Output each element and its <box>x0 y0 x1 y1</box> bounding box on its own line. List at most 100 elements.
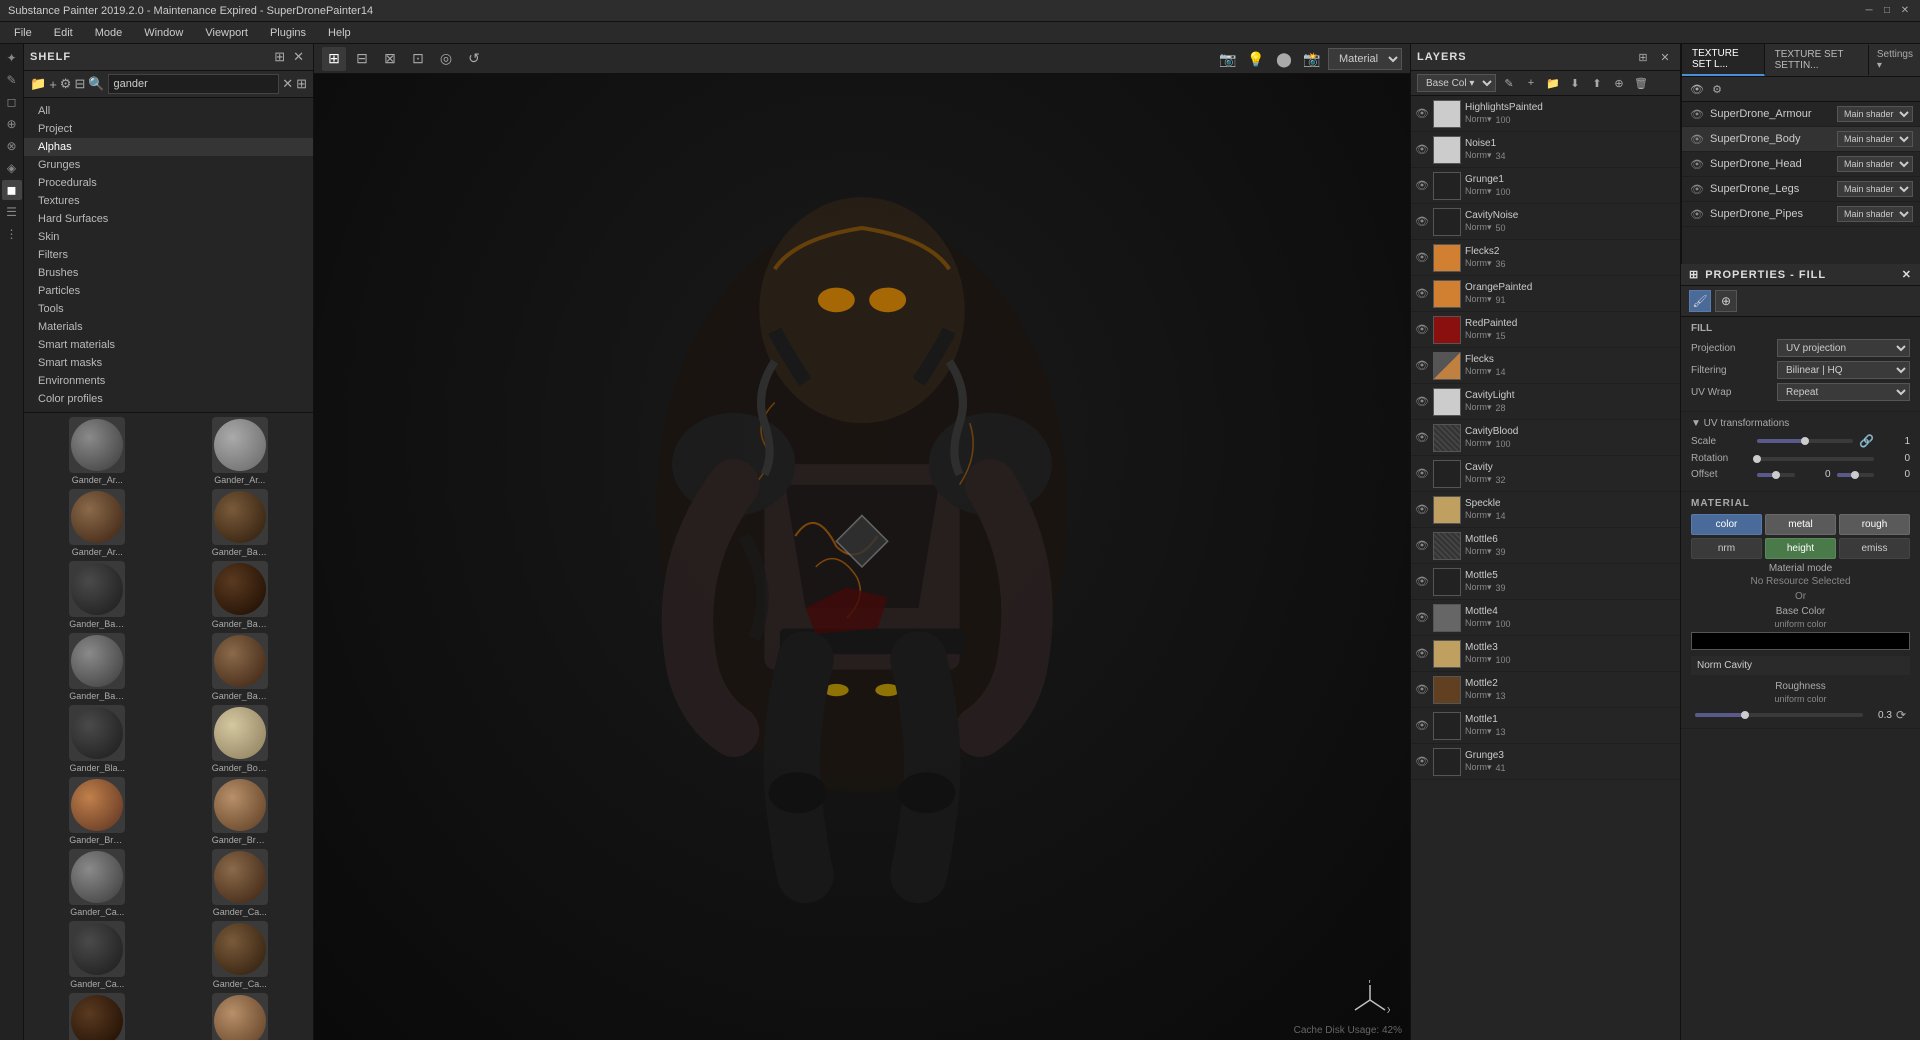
close-button[interactable]: ✕ <box>1898 4 1912 18</box>
table-row[interactable]: 👁 Grunge1 Norm▾100 <box>1411 168 1680 204</box>
scale-slider[interactable] <box>1757 439 1853 443</box>
table-row[interactable]: 👁 Flecks2 Norm▾36 <box>1411 240 1680 276</box>
shelf-nav-filters[interactable]: Filters <box>24 246 313 264</box>
list-item[interactable]: 👁 SuperDrone_Pipes Main shader <box>1682 202 1920 227</box>
tool-paint[interactable]: ✎ <box>2 70 22 90</box>
list-item[interactable]: Gander_Bar... <box>171 633 310 701</box>
material-dropdown[interactable]: Material <box>1328 48 1402 70</box>
ts-shader-select[interactable]: Main shader <box>1837 131 1913 147</box>
list-item[interactable]: Gander_Bar... <box>171 561 310 629</box>
menu-plugins[interactable]: Plugins <box>260 25 316 41</box>
offset-slider-y[interactable] <box>1837 473 1875 477</box>
list-item[interactable]: Gander_Ca... <box>171 849 310 917</box>
shelf-folder-icon[interactable]: 📁 <box>30 76 46 92</box>
viewport-render[interactable]: ◎ <box>434 47 458 71</box>
shelf-nav-hard-surfaces[interactable]: Hard Surfaces <box>24 210 313 228</box>
material-rough-button[interactable]: rough <box>1839 514 1910 535</box>
fill-stencil-button[interactable]: ⊕ <box>1715 290 1737 312</box>
shelf-nav-all[interactable]: All <box>24 102 313 120</box>
viewport-mode-split[interactable]: ⊠ <box>378 47 402 71</box>
maximize-button[interactable]: □ <box>1880 4 1894 18</box>
table-row[interactable]: 👁 Mottle1 Norm▾13 <box>1411 708 1680 744</box>
viewport-mode-quad[interactable]: ⊡ <box>406 47 430 71</box>
filtering-select[interactable]: Bilinear | HQ <box>1777 361 1910 379</box>
shelf-nav-color-profiles[interactable]: Color profiles <box>24 390 313 408</box>
minimize-button[interactable]: ─ <box>1862 4 1876 18</box>
base-color-swatch[interactable] <box>1691 632 1910 650</box>
tool-erase[interactable]: ◻ <box>2 92 22 112</box>
table-row[interactable]: 👁 Mottle3 Norm▾100 <box>1411 636 1680 672</box>
material-height-button[interactable]: height <box>1765 538 1836 559</box>
layer-visibility-toggle[interactable]: 👁 <box>1415 143 1429 156</box>
list-item[interactable]: Gander_Bla... <box>28 705 167 773</box>
table-row[interactable]: 👁 CavityNoise Norm▾50 <box>1411 204 1680 240</box>
viewport-mode-3d[interactable]: ⊞ <box>322 47 346 71</box>
layer-visibility-toggle[interactable]: 👁 <box>1415 539 1429 552</box>
list-item[interactable]: 👁 SuperDrone_Armour Main shader <box>1682 102 1920 127</box>
shelf-nav-project[interactable]: Project <box>24 120 313 138</box>
tab-texture-set-list[interactable]: TEXTURE SET L... <box>1682 44 1765 76</box>
shelf-add-icon[interactable]: + <box>49 77 57 92</box>
layer-visibility-toggle[interactable]: 👁 <box>1415 179 1429 192</box>
shelf-nav-smart-materials[interactable]: Smart materials <box>24 336 313 354</box>
viewport-reset[interactable]: ↺ <box>462 47 486 71</box>
shelf-filter-icon[interactable]: ⊟ <box>74 76 85 92</box>
table-row[interactable]: 👁 RedPainted Norm▾15 <box>1411 312 1680 348</box>
table-row[interactable]: 👁 Flecks Norm▾14 <box>1411 348 1680 384</box>
shelf-grid-view-button[interactable]: ⊞ <box>296 76 307 92</box>
ts-visibility-icon[interactable]: 👁 <box>1688 80 1706 98</box>
fill-paint-mode-button[interactable]: 🖌 <box>1689 290 1711 312</box>
uv-transform-toggle[interactable]: ▼ UV transformations <box>1691 418 1910 429</box>
layers-export-icon[interactable]: ⬆ <box>1588 74 1606 92</box>
viewport-sphere-icon[interactable]: ⬤ <box>1272 47 1296 71</box>
viewport[interactable]: ⊞ ⊟ ⊠ ⊡ ◎ ↺ 📷 💡 ⬤ 📸 Material <box>314 44 1410 1040</box>
viewport-canvas[interactable] <box>314 44 1410 1040</box>
viewport-camera-icon[interactable]: 📷 <box>1216 47 1240 71</box>
layer-visibility-toggle[interactable]: 👁 <box>1415 719 1429 732</box>
list-item[interactable]: Gander_Ca... <box>28 921 167 989</box>
menu-file[interactable]: File <box>4 25 42 41</box>
tab-texture-set-settings[interactable]: TEXTURE SET SETTIN... <box>1765 45 1869 75</box>
list-item[interactable]: 👁 SuperDrone_Legs Main shader <box>1682 177 1920 202</box>
table-row[interactable]: 👁 Grunge3 Norm▾41 <box>1411 744 1680 780</box>
shelf-nav-procedurals[interactable]: Procedurals <box>24 174 313 192</box>
shelf-settings-icon[interactable]: ⚙ <box>60 76 72 92</box>
ts-shader-select[interactable]: Main shader <box>1837 206 1913 222</box>
table-row[interactable]: 👁 Speckle Norm▾14 <box>1411 492 1680 528</box>
ts-shader-select[interactable]: Main shader <box>1837 181 1913 197</box>
layer-visibility-toggle[interactable]: 👁 <box>1415 251 1429 264</box>
menu-viewport[interactable]: Viewport <box>195 25 258 41</box>
tool-select[interactable]: ✦ <box>2 48 22 68</box>
settings-dropdown-button[interactable]: Settings ▾ <box>1869 45 1920 75</box>
offset-slider-x[interactable] <box>1757 473 1795 477</box>
shelf-nav-materials[interactable]: Materials <box>24 318 313 336</box>
shelf-nav-alphas[interactable]: Alphas <box>24 138 313 156</box>
list-item[interactable]: Gander_Bra... <box>171 777 310 845</box>
projection-select[interactable]: UV projection <box>1777 339 1910 357</box>
list-item[interactable]: Gander_Ar... <box>28 489 167 557</box>
uv-wrap-select[interactable]: Repeat <box>1777 383 1910 401</box>
menu-window[interactable]: Window <box>134 25 193 41</box>
table-row[interactable]: 👁 Mottle2 Norm▾13 <box>1411 672 1680 708</box>
shelf-nav-environments[interactable]: Environments <box>24 372 313 390</box>
list-item[interactable]: 👁 SuperDrone_Body Main shader <box>1682 127 1920 152</box>
layer-visibility-toggle[interactable]: 👁 <box>1415 287 1429 300</box>
layers-close-button[interactable]: ✕ <box>1656 48 1674 66</box>
material-color-button[interactable]: color <box>1691 514 1762 535</box>
table-row[interactable]: 👁 CavityBlood Norm▾100 <box>1411 420 1680 456</box>
roughness-eyedropper-icon[interactable]: ⟳ <box>1896 708 1906 722</box>
layer-visibility-toggle[interactable]: 👁 <box>1415 323 1429 336</box>
layers-instance-icon[interactable]: ⊕ <box>1610 74 1628 92</box>
tool-layers[interactable]: ☰ <box>2 202 22 222</box>
layer-visibility-toggle[interactable]: 👁 <box>1415 755 1429 768</box>
list-item[interactable]: Gander_Ar... <box>171 417 310 485</box>
list-item[interactable]: Gander_Ca... <box>171 993 310 1040</box>
list-item[interactable]: Gander_Bar... <box>28 561 167 629</box>
list-item[interactable]: Gander_Bra... <box>28 777 167 845</box>
tool-fill[interactable]: ◈ <box>2 158 22 178</box>
list-item[interactable]: Gander_Ca... <box>28 993 167 1040</box>
shelf-nav-tools[interactable]: Tools <box>24 300 313 318</box>
material-metal-button[interactable]: metal <box>1765 514 1836 535</box>
menu-mode[interactable]: Mode <box>85 25 133 41</box>
list-item[interactable]: Gander_Ca... <box>171 921 310 989</box>
